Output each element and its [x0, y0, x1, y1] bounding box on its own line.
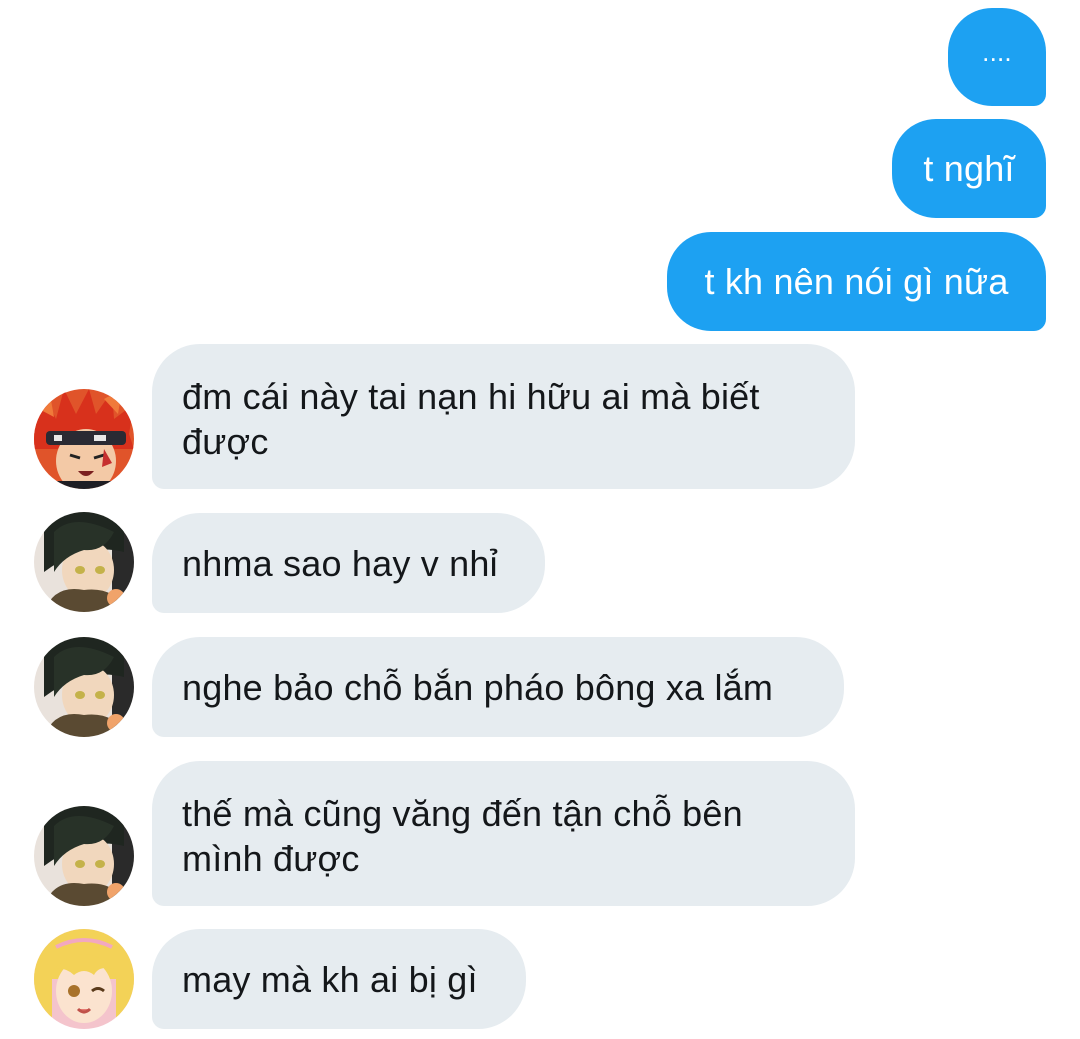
outgoing-message-bubble[interactable]: t nghĩ	[892, 119, 1046, 218]
message-text: nghe bảo chỗ bắn pháo bông xa lắm	[182, 666, 774, 708]
message-text: nhma sao hay v nhỉ	[182, 542, 498, 584]
dark-hair-uniform-avatar[interactable]	[34, 806, 134, 906]
message-text: t nghĩ	[923, 148, 1015, 189]
message-text: ....	[982, 36, 1012, 67]
incoming-message-bubble[interactable]: thế mà cũng văng đến tận chỗ bên mình đư…	[152, 761, 855, 906]
message-text: thế mà cũng văng đến tận chỗ bên mình đư…	[182, 793, 743, 879]
red-hair-headband-avatar[interactable]	[34, 389, 134, 489]
blonde-hair-avatar[interactable]	[34, 929, 134, 1029]
incoming-message-bubble[interactable]: may mà kh ai bị gì	[152, 929, 526, 1029]
outgoing-message-bubble[interactable]: ....	[948, 8, 1046, 106]
message-text: đm cái này tai nạn hi hữu ai mà biết đượ…	[182, 376, 760, 462]
incoming-message-bubble[interactable]: nhma sao hay v nhỉ	[152, 513, 545, 613]
incoming-message-bubble[interactable]: đm cái này tai nạn hi hữu ai mà biết đượ…	[152, 344, 855, 489]
dark-hair-uniform-avatar[interactable]	[34, 637, 134, 737]
message-text: t kh nên nói gì nữa	[704, 261, 1009, 302]
message-text: may mà kh ai bị gì	[182, 958, 478, 1000]
outgoing-message-bubble[interactable]: t kh nên nói gì nữa	[667, 232, 1046, 331]
dark-hair-uniform-avatar[interactable]	[34, 512, 134, 612]
incoming-message-bubble[interactable]: nghe bảo chỗ bắn pháo bông xa lắm	[152, 637, 844, 737]
